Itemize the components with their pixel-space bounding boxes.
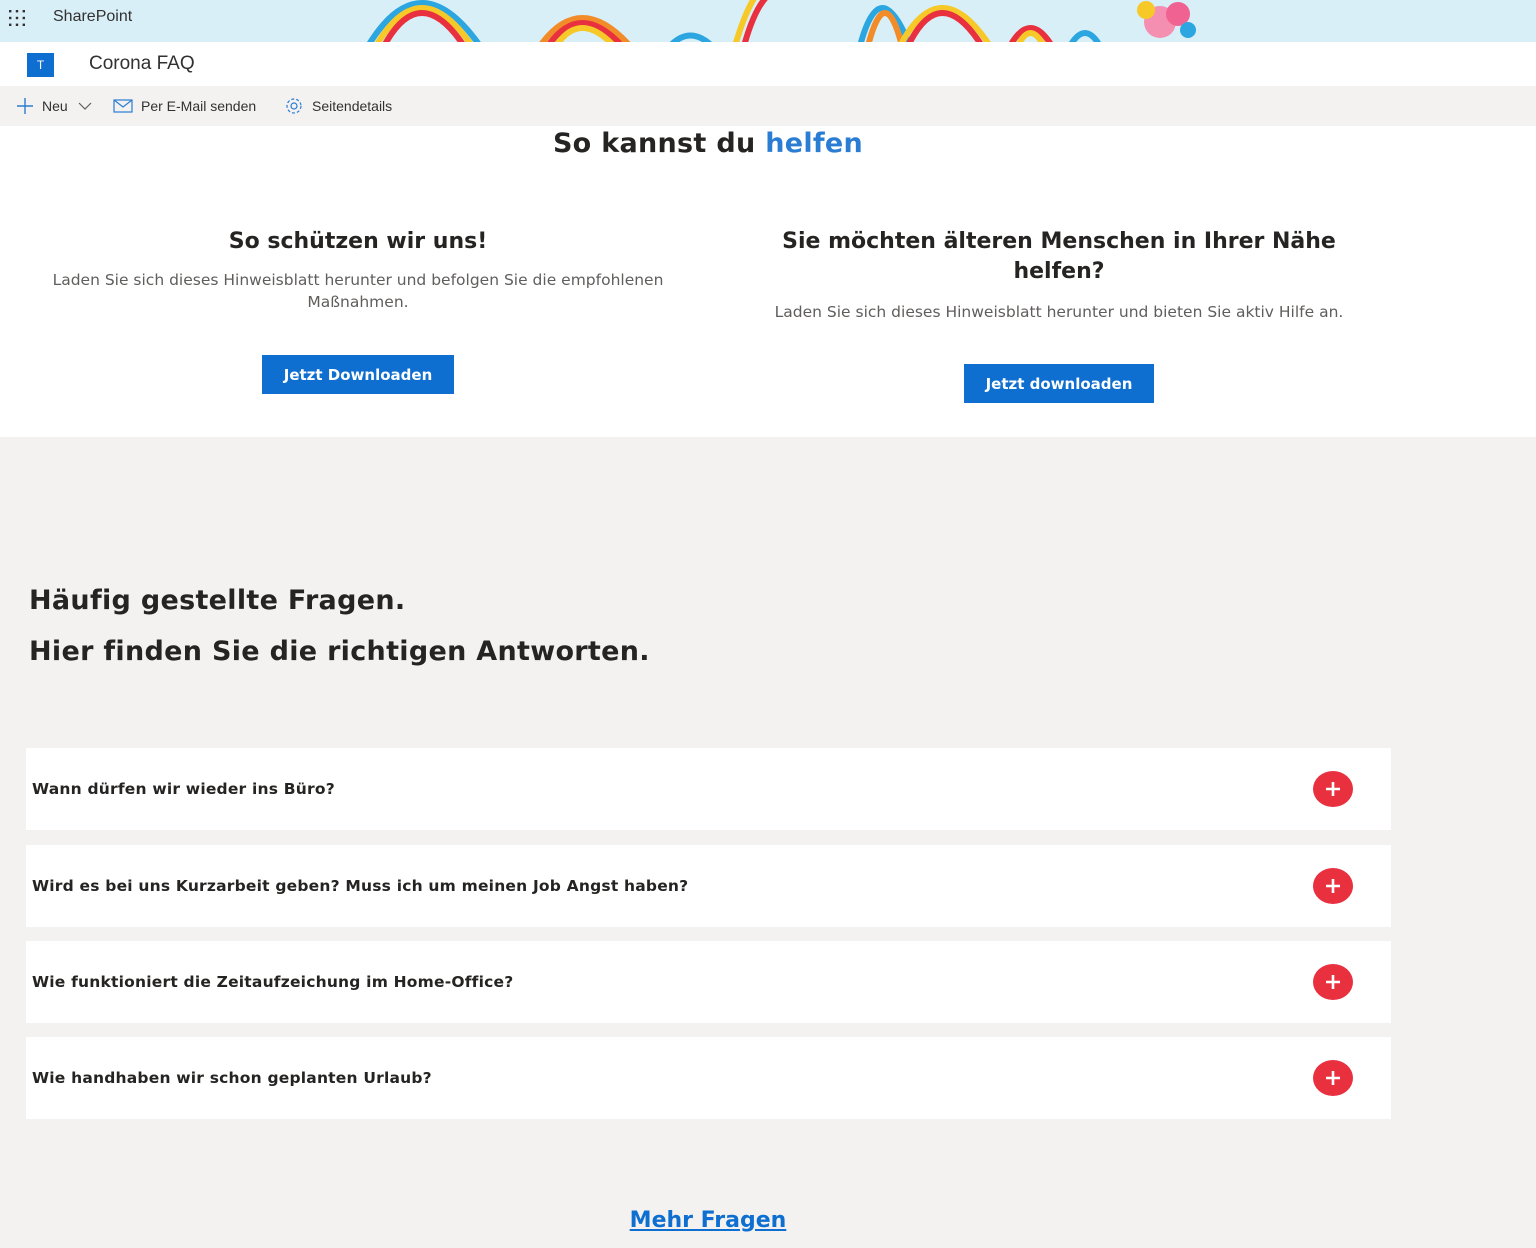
new-button-label: Neu xyxy=(42,98,68,114)
more-questions-link[interactable]: Mehr Fragen xyxy=(0,1208,1416,1233)
help-elderly-text: Laden Sie sich dieses Hinweisblatt herun… xyxy=(774,303,1344,321)
rainbow-banner-image xyxy=(367,0,1196,42)
faq-item[interactable]: Wie handhaben wir schon geplanten Urlaub… xyxy=(26,1037,1391,1119)
help-elderly-heading-line1: Sie möchten älteren Menschen in Ihrer Nä… xyxy=(782,229,1336,254)
help-section-title: So kannst du helfen xyxy=(0,128,1416,159)
page-details-button[interactable]: Seitendetails xyxy=(284,86,392,126)
email-button[interactable]: Per E-Mail senden xyxy=(113,86,256,126)
help-elderly-download-button[interactable]: Jetzt downloaden xyxy=(964,364,1154,403)
faq-item[interactable]: Wann dürfen wir wieder ins Büro? xyxy=(26,748,1391,830)
chevron-down-icon xyxy=(78,102,92,110)
faq-heading: Häufig gestellte Fragen. xyxy=(29,585,406,616)
help-elderly-heading-line2: helfen? xyxy=(1013,259,1105,284)
faq-question[interactable]: Wann dürfen wir wieder ins Büro? xyxy=(32,780,335,798)
sharepoint-brand[interactable]: SharePoint xyxy=(53,8,132,26)
protect-download-button[interactable]: Jetzt Downloaden xyxy=(262,355,454,394)
protect-card-heading: So schützen wir uns! xyxy=(228,229,488,254)
help-title-accent: helfen xyxy=(765,128,864,159)
app-launcher-icon[interactable] xyxy=(9,10,25,26)
expand-plus-icon[interactable] xyxy=(1313,868,1353,904)
site-title[interactable]: Corona FAQ xyxy=(89,53,195,75)
faq-item[interactable]: Wird es bei uns Kurzarbeit geben? Muss i… xyxy=(26,845,1391,927)
help-elderly-card: Sie möchten älteren Menschen in Ihrer Nä… xyxy=(740,227,1378,323)
faq-question[interactable]: Wird es bei uns Kurzarbeit geben? Muss i… xyxy=(32,877,688,895)
new-button[interactable]: Neu xyxy=(16,86,92,126)
mail-icon xyxy=(113,99,133,113)
help-title-text: So kannst du xyxy=(552,128,766,159)
faq-section: Häufig gestellte Fragen. Hier finden Sie… xyxy=(0,437,1536,1248)
faq-question[interactable]: Wie funktioniert die Zeitaufzeichung im … xyxy=(32,973,513,991)
faq-subheading: Hier finden Sie die richtigen Antworten. xyxy=(29,636,650,667)
site-header: T Corona FAQ xyxy=(0,42,1536,86)
email-button-label: Per E-Mail senden xyxy=(141,98,257,114)
site-logo[interactable]: T xyxy=(27,53,54,77)
command-bar: Neu Per E-Mail senden Seitendetails xyxy=(0,86,1536,126)
expand-plus-icon[interactable] xyxy=(1313,964,1353,1000)
expand-plus-icon[interactable] xyxy=(1313,771,1353,807)
protect-card: So schützen wir uns! Laden Sie sich dies… xyxy=(20,227,696,313)
protect-card-text-line1: Laden Sie sich dieses Hinweisblatt herun… xyxy=(52,271,664,289)
expand-plus-icon[interactable] xyxy=(1313,1060,1353,1096)
faq-item[interactable]: Wie funktioniert die Zeitaufzeichung im … xyxy=(26,941,1391,1023)
page-details-label: Seitendetails xyxy=(312,98,393,114)
plus-icon xyxy=(17,98,33,114)
faq-question[interactable]: Wie handhaben wir schon geplanten Urlaub… xyxy=(32,1069,432,1087)
suite-bar: SharePoint xyxy=(0,0,1536,42)
protect-card-text-line2: Maßnahmen. xyxy=(307,293,409,311)
gear-icon xyxy=(286,98,302,114)
